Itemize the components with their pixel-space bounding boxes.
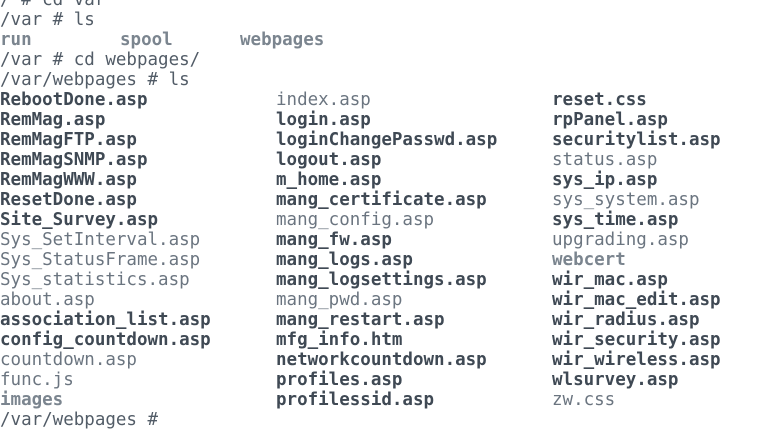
- terminal-window[interactable]: / # cd var/var # ls run spool webpages/var …: [0, 0, 777, 442]
- file-entry: association_list.asp: [0, 310, 211, 330]
- file-entry: wlsurvey.asp: [552, 370, 679, 390]
- file-entry: mang_logs.asp: [276, 250, 413, 270]
- file-listing-row: RemMagFTP.asp loginChangePasswd.asp securi…: [0, 130, 777, 150]
- file-entry: zw.css: [552, 390, 616, 410]
- file-entry: ResetDone.asp: [0, 190, 137, 210]
- file-entry: wir_security.asp: [552, 330, 721, 350]
- file-listing-row: RebootDone.asp index.asp reset.css: [0, 90, 777, 110]
- file-entry: mang_config.asp: [276, 210, 435, 230]
- file-listing-row: association_list.asp mang_restart.asp wir_…: [0, 310, 777, 330]
- file-entry: RemMagSNMP.asp: [0, 150, 148, 170]
- text-cursor[interactable]: [169, 410, 179, 428]
- file-entry: wir_radius.asp: [552, 310, 700, 330]
- file-entry: profiles.asp: [276, 370, 403, 390]
- file-listing-row: func.js profiles.asp wlsurvey.asp: [0, 370, 777, 390]
- file-entry: securitylist.asp: [552, 130, 721, 150]
- file-entry: Sys_statistics.asp: [0, 270, 190, 290]
- file-entry: status.asp: [552, 150, 658, 170]
- file-entry: wir_wireless.asp: [552, 350, 721, 370]
- file-entry: RemMagWWW.asp: [0, 170, 137, 190]
- file-entry: profilessid.asp: [276, 390, 435, 410]
- file-entry: RemMagFTP.asp: [0, 130, 137, 150]
- file-entry: Site_Survey.asp: [0, 210, 159, 230]
- file-listing-row: config_countdown.asp mfg_info.htm wir_secu…: [0, 330, 777, 350]
- file-listing-row: countdown.asp networkcountdown.asp wir_wir…: [0, 350, 777, 370]
- file-listing-row: about.asp mang_pwd.asp wir_mac_edit.asp: [0, 290, 777, 310]
- prompt-line: /var # cd webpages/: [0, 50, 201, 70]
- file-entry: Sys_SetInterval.asp: [0, 230, 201, 250]
- directory-entry: spool: [120, 30, 173, 50]
- file-entry: func.js: [0, 370, 74, 390]
- directory-listing-row: run spool webpages: [0, 30, 777, 50]
- file-entry: Sys_StatusFrame.asp: [0, 250, 201, 270]
- file-listing-row: RemMagSNMP.asp logout.asp status.asp: [0, 150, 777, 170]
- file-listing-row: Sys_StatusFrame.asp mang_logs.asp webcert: [0, 250, 777, 270]
- prompt-line: /var # ls: [0, 10, 95, 30]
- file-entry: mang_restart.asp: [276, 310, 445, 330]
- file-entry: sys_ip.asp: [552, 170, 658, 190]
- file-entry: RemMag.asp: [0, 110, 106, 130]
- file-entry: loginChangePasswd.asp: [276, 130, 498, 150]
- file-listing-row: RemMag.asp login.asp rpPanel.asp: [0, 110, 777, 130]
- current-prompt: /var/webpages #: [0, 410, 169, 430]
- file-entry: mfg_info.htm: [276, 330, 403, 350]
- file-entry: rpPanel.asp: [552, 110, 668, 130]
- file-entry: images: [0, 390, 64, 410]
- prompt-line: / # cd var: [0, 0, 106, 10]
- file-entry: logout.asp: [276, 150, 382, 170]
- file-entry: countdown.asp: [0, 350, 137, 370]
- directory-entry: webpages: [240, 30, 325, 50]
- file-entry: mang_certificate.asp: [276, 190, 487, 210]
- file-entry: sys_time.asp: [552, 210, 679, 230]
- file-entry: reset.css: [552, 90, 647, 110]
- file-listing-row: Sys_SetInterval.asp mang_fw.asp upgrading.…: [0, 230, 777, 250]
- file-entry: wir_mac_edit.asp: [552, 290, 721, 310]
- file-entry: config_countdown.asp: [0, 330, 211, 350]
- file-listing-row: Site_Survey.asp mang_config.asp sys_time.a…: [0, 210, 777, 230]
- file-entry: login.asp: [276, 110, 371, 130]
- file-listing-row: ResetDone.asp mang_certificate.asp sys_sys…: [0, 190, 777, 210]
- file-listing-row: Sys_statistics.asp mang_logsettings.asp wi…: [0, 270, 777, 290]
- file-entry: mang_fw.asp: [276, 230, 392, 250]
- file-entry: index.asp: [276, 90, 371, 110]
- file-listing-row: images profilessid.asp zw.css: [0, 390, 777, 410]
- file-entry: upgrading.asp: [552, 230, 689, 250]
- file-entry: networkcountdown.asp: [276, 350, 487, 370]
- file-entry: mang_pwd.asp: [276, 290, 403, 310]
- file-listing-row: RemMagWWW.asp m_home.asp sys_ip.asp: [0, 170, 777, 190]
- current-prompt-line: /var/webpages #: [0, 410, 777, 430]
- file-entry: webcert: [552, 250, 626, 270]
- file-entry: sys_system.asp: [552, 190, 700, 210]
- file-entry: RebootDone.asp: [0, 90, 148, 110]
- file-entry: m_home.asp: [276, 170, 382, 190]
- file-entry: wir_mac.asp: [552, 270, 668, 290]
- directory-entry: run: [0, 30, 32, 50]
- file-entry: about.asp: [0, 290, 95, 310]
- prompt-line: /var/webpages # ls: [0, 70, 190, 90]
- file-entry: mang_logsettings.asp: [276, 270, 487, 290]
